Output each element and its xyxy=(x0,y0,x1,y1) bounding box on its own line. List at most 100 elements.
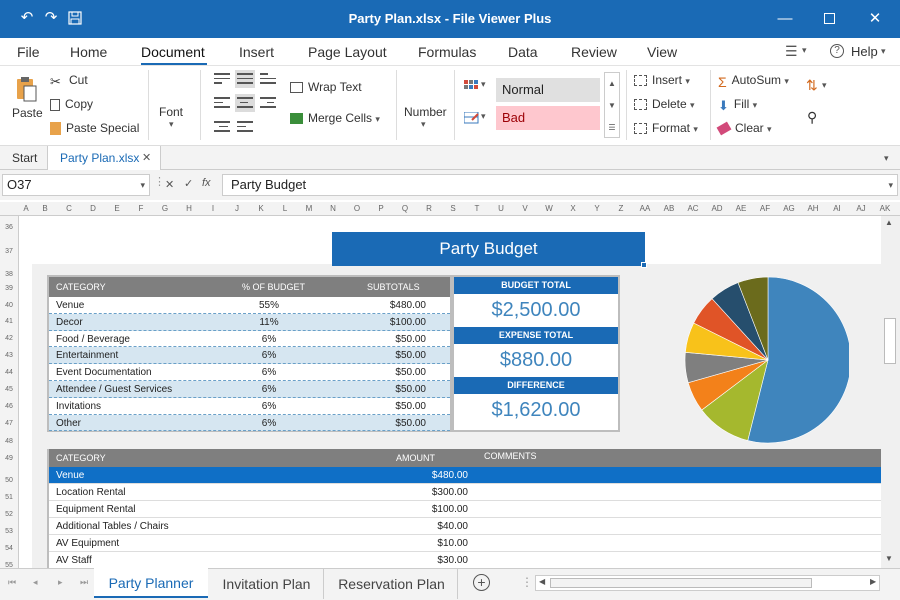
column-header[interactable]: X xyxy=(561,204,585,213)
sort-filter-icon[interactable]: ⇅ xyxy=(806,77,818,94)
row-header[interactable]: 50 xyxy=(0,477,18,484)
format-cells-button[interactable]: Format ▾ xyxy=(634,121,698,135)
scroll-left-icon[interactable]: ◀ xyxy=(539,577,545,586)
formula-input[interactable]: Party Budget ▾ xyxy=(222,174,898,196)
row-header[interactable]: 42 xyxy=(0,335,18,342)
row-header[interactable]: 40 xyxy=(0,302,18,309)
delete-cells-button[interactable]: Delete ▾ xyxy=(634,97,695,111)
close-tab-icon[interactable]: ✕ xyxy=(142,146,151,170)
selection-handle[interactable] xyxy=(641,262,647,268)
column-header[interactable]: AC xyxy=(681,204,705,213)
sheet-tab-invitation-plan[interactable]: Invitation Plan xyxy=(210,569,324,599)
style-bad[interactable]: Bad xyxy=(496,106,600,130)
column-header[interactable]: K xyxy=(249,204,273,213)
style-normal[interactable]: Normal xyxy=(496,78,600,102)
insert-cells-button[interactable]: Insert ▾ xyxy=(634,73,690,87)
budget-pie-chart[interactable] xyxy=(659,268,849,448)
row-header[interactable]: 54 xyxy=(0,545,18,552)
column-header[interactable]: S xyxy=(441,204,465,213)
align-top-icon[interactable] xyxy=(212,70,232,88)
decrease-indent-icon[interactable] xyxy=(212,118,232,136)
name-box[interactable]: O37 ▾ xyxy=(2,174,150,196)
summary-value[interactable]: $1,620.00 xyxy=(454,394,618,427)
fill-button[interactable]: ⬇ Fill ▾ xyxy=(718,97,757,113)
scroll-down-icon[interactable]: ▼ xyxy=(885,554,893,563)
table-row[interactable]: AV Staff $30.00 xyxy=(49,552,881,568)
copy-button[interactable]: Copy xyxy=(50,97,93,111)
column-header[interactable]: N xyxy=(321,204,345,213)
function-icon[interactable]: fx xyxy=(202,177,211,189)
column-header[interactable]: R xyxy=(417,204,441,213)
font-button[interactable]: Font xyxy=(159,105,183,119)
drag-handle-icon[interactable]: ⋮ xyxy=(154,175,165,188)
vertical-scrollbar[interactable]: ▲ ▼ xyxy=(881,216,900,568)
column-header[interactable]: F xyxy=(129,204,153,213)
column-header[interactable]: AE xyxy=(729,204,753,213)
next-sheet-icon[interactable]: ▸ xyxy=(58,577,63,588)
scroll-up-icon[interactable]: ▲ xyxy=(885,218,893,227)
column-header[interactable]: Y xyxy=(585,204,609,213)
chevron-down-icon[interactable]: ▾ xyxy=(884,146,889,170)
column-header[interactable]: V xyxy=(513,204,537,213)
row-header[interactable]: 49 xyxy=(0,455,18,462)
table-row[interactable]: Event Documentation 6% $50.00 xyxy=(49,364,450,381)
table-row[interactable]: Venue 55% $480.00 xyxy=(49,297,450,314)
menu-file[interactable]: File xyxy=(17,44,40,60)
row-header[interactable]: 53 xyxy=(0,528,18,535)
horizontal-scrollbar[interactable]: ◀ ▶ xyxy=(535,575,880,591)
column-header[interactable]: B xyxy=(33,204,57,213)
column-header[interactable]: AD xyxy=(705,204,729,213)
align-bottom-icon[interactable] xyxy=(258,70,278,88)
column-header[interactable]: M xyxy=(297,204,321,213)
column-header[interactable]: O xyxy=(345,204,369,213)
drag-handle-icon[interactable]: ⋮ xyxy=(521,575,533,589)
cancel-entry-icon[interactable]: ✕ xyxy=(165,178,174,191)
column-header[interactable]: AI xyxy=(825,204,849,213)
column-header[interactable]: AB xyxy=(657,204,681,213)
menu-page-layout[interactable]: Page Layout xyxy=(308,44,387,60)
column-header[interactable]: Q xyxy=(393,204,417,213)
menu-document[interactable]: Document xyxy=(141,44,205,60)
table-row[interactable]: Decor 11% $100.00 xyxy=(49,313,450,331)
maximize-button[interactable] xyxy=(806,0,852,38)
column-header[interactable]: AJ xyxy=(849,204,873,213)
find-binoculars-icon[interactable]: ⚲ xyxy=(807,109,817,126)
align-middle-icon[interactable] xyxy=(235,70,255,88)
tab-party-plan[interactable]: Party Plan.xlsx ✕ xyxy=(47,146,161,171)
prev-sheet-icon[interactable]: ◂ xyxy=(33,577,38,588)
row-header[interactable]: 47 xyxy=(0,420,18,427)
sheet-tab-party-planner[interactable]: Party Planner xyxy=(94,568,208,598)
style-gallery-scroll[interactable]: ▲ ▼ ☰ xyxy=(604,72,620,138)
table-row[interactable]: Additional Tables / Chairs $40.00 xyxy=(49,518,881,535)
align-left-icon[interactable] xyxy=(212,94,232,112)
column-header[interactable]: AA xyxy=(633,204,657,213)
autosum-button[interactable]: Σ AutoSum ▾ xyxy=(718,73,789,90)
row-header[interactable]: 39 xyxy=(0,285,18,292)
column-header[interactable]: H xyxy=(177,204,201,213)
wrap-text-button[interactable]: Wrap Text xyxy=(290,80,362,94)
column-header[interactable]: I xyxy=(201,204,225,213)
help-icon[interactable]: ? xyxy=(830,44,844,58)
increase-indent-icon[interactable] xyxy=(235,118,255,136)
summary-value[interactable]: $880.00 xyxy=(454,344,618,377)
table-row[interactable]: Venue $480.00 xyxy=(49,467,881,484)
paste-icon[interactable] xyxy=(15,76,37,102)
options-icon[interactable]: ☰ xyxy=(785,43,798,60)
row-header[interactable]: 44 xyxy=(0,369,18,376)
row-header[interactable]: 52 xyxy=(0,511,18,518)
worksheet[interactable]: Party Budget CATEGORY % OF BUDGET SUBTOT… xyxy=(19,216,881,568)
scroll-thumb[interactable] xyxy=(884,318,896,364)
column-header[interactable]: T xyxy=(465,204,489,213)
menu-data[interactable]: Data xyxy=(508,44,538,60)
format-as-table-icon[interactable] xyxy=(463,111,480,125)
first-sheet-icon[interactable]: ⏮ xyxy=(8,577,16,588)
table-row[interactable]: Other 6% $50.00 xyxy=(49,414,450,432)
row-header[interactable]: 36 xyxy=(0,224,18,231)
column-header[interactable]: L xyxy=(273,204,297,213)
row-header[interactable]: 48 xyxy=(0,438,18,445)
add-sheet-icon[interactable]: + xyxy=(473,574,490,591)
menu-insert[interactable]: Insert xyxy=(239,44,274,60)
row-header[interactable]: 46 xyxy=(0,403,18,410)
horizontal-scroll-thumb[interactable] xyxy=(550,578,812,588)
column-header[interactable]: J xyxy=(225,204,249,213)
